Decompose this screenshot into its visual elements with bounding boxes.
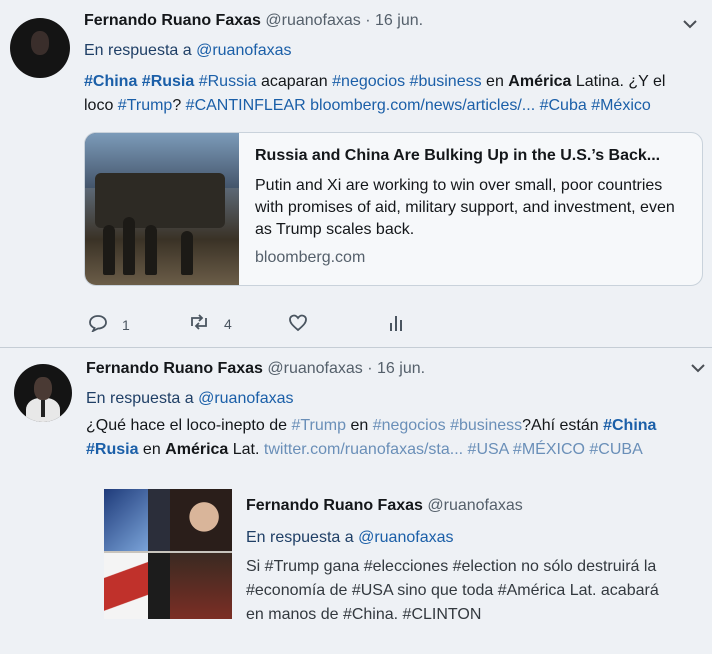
reply-prefix: En respuesta a <box>84 42 192 59</box>
tweet[interactable]: Fernando Ruano Faxas @ruanofaxas · 16 ju… <box>0 0 712 348</box>
quoted-tweet-text: Si #Trump gana #elecciones #election no … <box>246 555 659 627</box>
analytics-button[interactable] <box>388 314 404 335</box>
quoted-tweet-image <box>104 489 232 619</box>
tweet-header: Fernando Ruano Faxas @ruanofaxas · 16 ju… <box>84 12 423 30</box>
tweet-text-line-2: loco #Trump? #CANTINFLEAR bloomberg.com/… <box>84 94 651 118</box>
tweet[interactable]: Fernando Ruano Faxas @ruanofaxas · 16 ju… <box>0 348 712 654</box>
tweet-text: ? <box>172 97 186 114</box>
bold-text: América <box>165 441 229 458</box>
separator-dot: · <box>367 360 373 377</box>
hashtag-link[interactable]: #Rusia <box>86 441 138 458</box>
reply-handle-link[interactable]: @ruanofaxas <box>198 390 293 407</box>
tweet-text: en <box>346 417 373 434</box>
reply-handle-link[interactable]: @ruanofaxas <box>196 42 291 59</box>
hashtag-link[interactable]: #business <box>410 73 482 90</box>
quoted-text-line: #economía de #USA sino que toda #América… <box>246 582 659 599</box>
retweet-icon <box>188 314 210 333</box>
hashtag-link[interactable]: #Trump <box>291 417 346 434</box>
tweet-text-line-1: #China #Rusia #Russia acaparan #negocios… <box>84 70 665 94</box>
hashtag-link[interactable]: #business <box>450 417 522 434</box>
tweet-text: acaparan <box>256 73 333 90</box>
hashtag-link[interactable]: #China <box>84 73 137 90</box>
quoted-text-line: en manos de #China. #CLINTON <box>246 606 482 623</box>
hashtag-link[interactable]: #México <box>591 97 651 114</box>
url-link[interactable]: bloomberg.com/news/articles/... <box>310 97 535 114</box>
url-link[interactable]: twitter.com/ruanofaxas/sta... <box>264 441 463 458</box>
tweet-text: Latina. ¿Y el <box>571 73 666 90</box>
card-image <box>85 133 239 285</box>
author-name[interactable]: Fernando Ruano Faxas <box>86 360 263 377</box>
reply-prefix: En respuesta a <box>86 390 194 407</box>
quoted-tweet-header: Fernando Ruano Faxas @ruanofaxas <box>246 497 523 515</box>
quoted-author-handle: @ruanofaxas <box>427 497 523 514</box>
tweet-text: loco <box>84 97 118 114</box>
author-handle[interactable]: @ruanofaxas <box>267 360 362 377</box>
reply-button[interactable]: 1 <box>88 314 130 335</box>
author-name[interactable]: Fernando Ruano Faxas <box>84 12 261 29</box>
card-title: Russia and China Are Bulking Up in the U… <box>255 147 661 164</box>
like-icon <box>288 314 308 335</box>
hashtag-link[interactable]: #MÉXICO <box>513 441 585 458</box>
author-handle[interactable]: @ruanofaxas <box>265 12 360 29</box>
hashtag-link[interactable]: #USA <box>468 441 509 458</box>
reply-context: En respuesta a @ruanofaxas <box>84 42 291 60</box>
tweet-text: Lat. <box>228 441 264 458</box>
hashtag-link[interactable]: #CANTINFLEAR <box>186 97 306 114</box>
quoted-reply-context: En respuesta a @ruanofaxas <box>246 529 453 547</box>
card-domain: bloomberg.com <box>255 249 366 266</box>
reply-icon <box>88 314 108 335</box>
chevron-down-icon[interactable] <box>682 14 698 35</box>
like-button[interactable] <box>288 314 308 335</box>
reply-prefix: En respuesta a <box>246 529 354 546</box>
link-preview-card[interactable]: Russia and China Are Bulking Up in the U… <box>84 132 703 286</box>
reply-handle: @ruanofaxas <box>358 529 454 546</box>
tweet-text: en <box>481 73 509 90</box>
tweet-header: Fernando Ruano Faxas @ruanofaxas · 16 ju… <box>86 360 425 378</box>
hashtag-link[interactable]: #Trump <box>118 97 173 114</box>
hashtag-link[interactable]: #Russia <box>199 73 257 90</box>
chevron-down-icon[interactable] <box>690 358 706 379</box>
retweet-count: 4 <box>224 315 232 332</box>
tweet-text: ¿Qué hace el loco-inepto de <box>86 417 292 434</box>
hashtag-link[interactable]: #negocios <box>373 417 446 434</box>
separator-dot: · <box>365 12 371 29</box>
hashtag-link[interactable]: #Rusia <box>142 73 194 90</box>
quoted-tweet[interactable]: Fernando Ruano Faxas @ruanofaxas En resp… <box>98 481 702 641</box>
reply-count: 1 <box>122 316 130 333</box>
hashtag-link[interactable]: #Cuba <box>540 97 587 114</box>
bold-text: América <box>508 73 572 90</box>
quoted-text-line: Si #Trump gana #elecciones #election no … <box>246 558 657 575</box>
tweet-actions: 1 4 <box>88 314 428 336</box>
hashtag-link[interactable]: #CUBA <box>589 441 642 458</box>
tweet-date[interactable]: 16 jun. <box>377 360 425 377</box>
avatar[interactable] <box>10 18 70 78</box>
hashtag-link[interactable]: #negocios <box>332 73 405 90</box>
tweet-text: en <box>138 441 166 458</box>
analytics-icon <box>388 314 404 335</box>
tweet-text-line-1: ¿Qué hace el loco-inepto de #Trump en #n… <box>86 414 656 438</box>
hashtag-link[interactable]: #China <box>603 417 656 434</box>
tweet-text-line-2: #Rusia en América Lat. twitter.com/ruano… <box>86 438 643 462</box>
retweet-button[interactable]: 4 <box>188 314 232 333</box>
card-description: Putin and Xi are working to win over sma… <box>255 177 675 238</box>
tweet-date[interactable]: 16 jun. <box>375 12 423 29</box>
reply-context: En respuesta a @ruanofaxas <box>86 390 293 408</box>
tweet-text: ?Ahí están <box>522 417 604 434</box>
quoted-author-name: Fernando Ruano Faxas <box>246 497 423 514</box>
avatar[interactable] <box>14 364 72 422</box>
